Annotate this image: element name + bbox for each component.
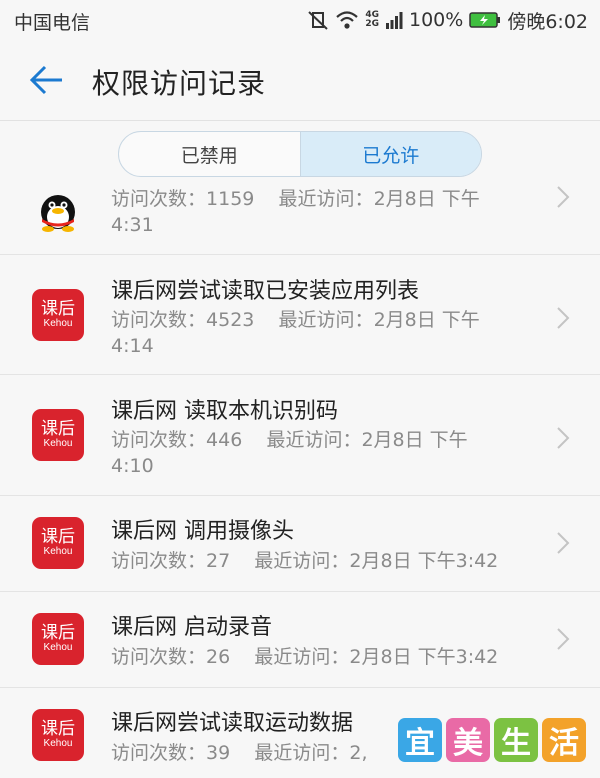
arrow-left-icon [29, 65, 62, 95]
record-title: 课后网 读取本机识别码 [111, 399, 338, 424]
kehou-app-icon: 课后 Kehou [32, 613, 84, 665]
list-item[interactable]: 课后 Kehou 课后网 启动录音 访问次数：26 最近访问：2月8日 下午3:… [0, 592, 600, 688]
watermark-char: 宜 [398, 718, 442, 762]
list-item[interactable]: 课后 Kehou 课后网 读取本机识别码 访问次数：446 最近访问：2月8日 … [0, 375, 600, 496]
access-record-list: 访问次数：1159 最近访问：2月8日 下午 4:31 课后 Kehou 课后网… [0, 180, 600, 778]
status-bar: 中国电信 4G 2G 100% 傍晚6:02 [0, 0, 600, 40]
tab-disabled[interactable]: 已禁用 [119, 132, 300, 176]
kehou-app-icon: 课后 Kehou [32, 409, 84, 461]
access-info: 访问次数：26 最近访问：2月8日 下午3:42 [111, 646, 499, 668]
permission-tabs: 已禁用 已允许 [118, 131, 482, 177]
list-item[interactable]: 访问次数：1159 最近访问：2月8日 下午 4:31 [0, 180, 600, 255]
qq-penguin-icon [41, 195, 75, 232]
record-title: 课后网尝试读取已安装应用列表 [111, 279, 420, 304]
watermark-logo: 宜 美 生 活 [398, 718, 586, 762]
tab-allowed[interactable]: 已允许 [299, 132, 481, 176]
list-item[interactable]: 课后 Kehou 课后网 调用摄像头 访问次数：27 最近访问：2月8日 下午3… [0, 496, 600, 592]
battery-charging-icon [469, 12, 501, 28]
app-bar: 权限访问记录 [0, 40, 600, 121]
chevron-right-icon [557, 307, 570, 329]
mute-vibrate-icon [308, 11, 329, 30]
access-info: 访问次数：4523 最近访问：2月8日 下午 4:14 [111, 309, 480, 357]
kehou-app-icon: 课后 Kehou [32, 709, 84, 761]
battery-percent: 100% [409, 9, 464, 31]
chevron-right-icon [557, 628, 570, 650]
back-button[interactable] [24, 58, 68, 102]
carrier-label: 中国电信 [14, 12, 91, 34]
network-type: 4G 2G [365, 10, 379, 29]
list-item[interactable]: 课后 Kehou 课后网尝试读取已安装应用列表 访问次数：4523 最近访问：2… [0, 255, 600, 375]
chevron-right-icon [557, 186, 570, 208]
chevron-right-icon [557, 532, 570, 554]
record-title: 课后网 调用摄像头 [111, 519, 294, 544]
kehou-app-icon: 课后 Kehou [32, 517, 84, 569]
record-title: 课后网尝试读取运动数据 [111, 711, 354, 736]
page-title: 权限访问记录 [92, 67, 267, 100]
access-info: 访问次数：27 最近访问：2月8日 下午3:42 [111, 550, 499, 572]
watermark-char: 生 [494, 718, 538, 762]
watermark-char: 活 [542, 718, 586, 762]
access-info: 访问次数：1159 最近访问：2月8日 下午 4:31 [111, 188, 480, 236]
access-info: 访问次数：446 最近访问：2月8日 下午 4:10 [111, 429, 468, 477]
wifi-icon [336, 11, 359, 29]
signal-icon [386, 12, 403, 29]
chevron-right-icon [557, 427, 570, 449]
status-time: 傍晚6:02 [507, 10, 588, 33]
kehou-app-icon: 课后 Kehou [32, 289, 84, 341]
watermark-char: 美 [446, 718, 490, 762]
status-icons: 4G 2G 100% 傍晚6:02 [307, 6, 588, 34]
record-title: 课后网 启动录音 [111, 615, 272, 640]
